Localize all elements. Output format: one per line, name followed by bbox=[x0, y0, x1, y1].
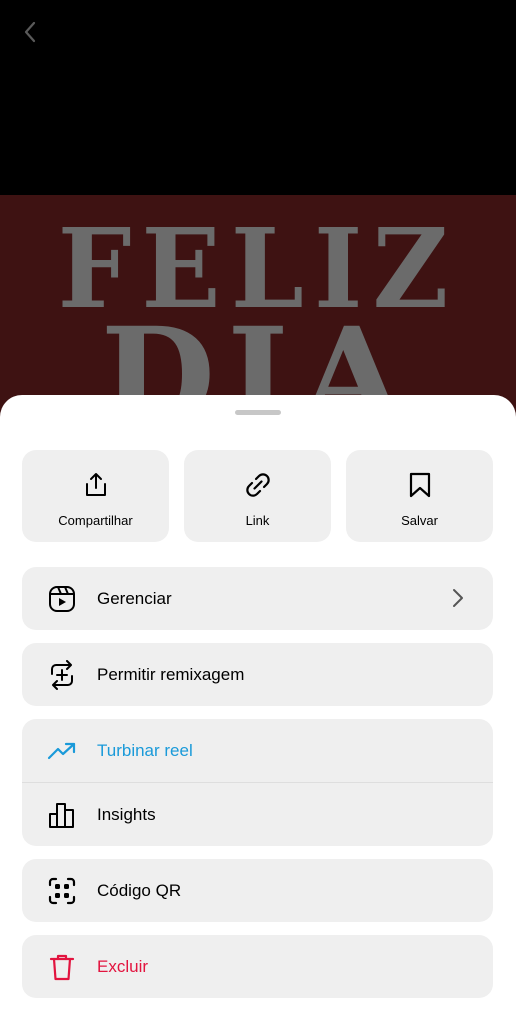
remix-group: Permitir remixagem bbox=[22, 643, 493, 706]
insights-row[interactable]: Insights bbox=[22, 783, 493, 846]
boost-row[interactable]: Turbinar reel bbox=[22, 719, 493, 782]
sheet-handle[interactable] bbox=[235, 410, 281, 415]
delete-group: Excluir bbox=[22, 935, 493, 998]
chevron-left-icon bbox=[24, 21, 36, 43]
manage-label: Gerenciar bbox=[97, 588, 172, 608]
back-button[interactable] bbox=[16, 18, 44, 46]
insights-label: Insights bbox=[97, 804, 156, 824]
quick-actions: Compartilhar Link Salvar bbox=[22, 450, 493, 542]
chevron-right-icon bbox=[447, 587, 469, 609]
share-icon bbox=[81, 470, 111, 500]
qr-group: Código QR bbox=[22, 859, 493, 922]
bar-chart-icon bbox=[46, 799, 78, 831]
save-label: Salvar bbox=[401, 513, 438, 528]
video-preview: FELIZ DIA bbox=[0, 195, 516, 425]
qr-label: Código QR bbox=[97, 880, 182, 900]
remix-icon bbox=[46, 659, 78, 691]
qr-code-icon bbox=[46, 875, 78, 907]
share-button[interactable]: Compartilhar bbox=[22, 450, 169, 542]
reels-icon bbox=[46, 583, 78, 615]
trash-icon bbox=[46, 951, 78, 983]
trending-up-icon bbox=[46, 735, 78, 767]
bookmark-icon bbox=[405, 470, 435, 500]
qr-row[interactable]: Código QR bbox=[22, 859, 493, 922]
remix-label: Permitir remixagem bbox=[97, 664, 245, 684]
link-button[interactable]: Link bbox=[184, 450, 331, 542]
link-label: Link bbox=[245, 513, 270, 528]
top-bar bbox=[0, 0, 516, 195]
manage-group: Gerenciar bbox=[22, 567, 493, 630]
delete-label: Excluir bbox=[97, 956, 149, 976]
manage-row[interactable]: Gerenciar bbox=[22, 567, 493, 630]
stats-group: Turbinar reel Insights bbox=[22, 719, 493, 846]
delete-row[interactable]: Excluir bbox=[22, 935, 493, 998]
boost-label: Turbinar reel bbox=[97, 740, 193, 760]
share-label: Compartilhar bbox=[58, 513, 133, 528]
link-icon bbox=[243, 470, 273, 500]
options-sheet: Compartilhar Link Salvar Gerenciar Permi… bbox=[0, 395, 516, 1024]
remix-row[interactable]: Permitir remixagem bbox=[22, 643, 493, 706]
save-button[interactable]: Salvar bbox=[346, 450, 493, 542]
